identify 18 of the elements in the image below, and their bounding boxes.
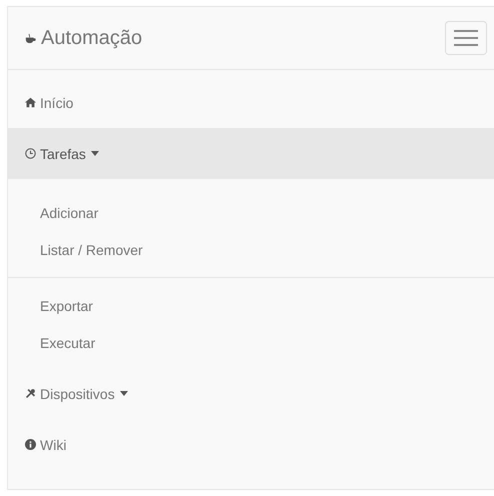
dropdown-item[interactable]: Executar: [8, 325, 494, 362]
menu-button[interactable]: [445, 21, 487, 55]
clock-icon: [25, 148, 36, 159]
tools-icon: [25, 388, 36, 399]
dropdown-item[interactable]: Listar / Remover: [8, 232, 494, 269]
cup-icon: [25, 32, 36, 44]
info-icon: [25, 439, 36, 450]
dropdown-toggle[interactable]: Tarefas: [8, 128, 494, 179]
caret-icon: [90, 151, 99, 156]
nav-link[interactable]: Início: [8, 77, 494, 128]
dropdown-item[interactable]: Exportar: [8, 288, 494, 325]
caret-icon: [120, 391, 128, 396]
dropdown-item[interactable]: Adicionar: [8, 195, 494, 232]
nav-link[interactable]: Wiki: [8, 419, 494, 470]
brand-link[interactable]: Automação: [25, 26, 142, 50]
dropdown-toggle[interactable]: Dispositivos: [8, 368, 494, 419]
menu-icon: [453, 29, 479, 47]
home-icon: [25, 97, 36, 108]
